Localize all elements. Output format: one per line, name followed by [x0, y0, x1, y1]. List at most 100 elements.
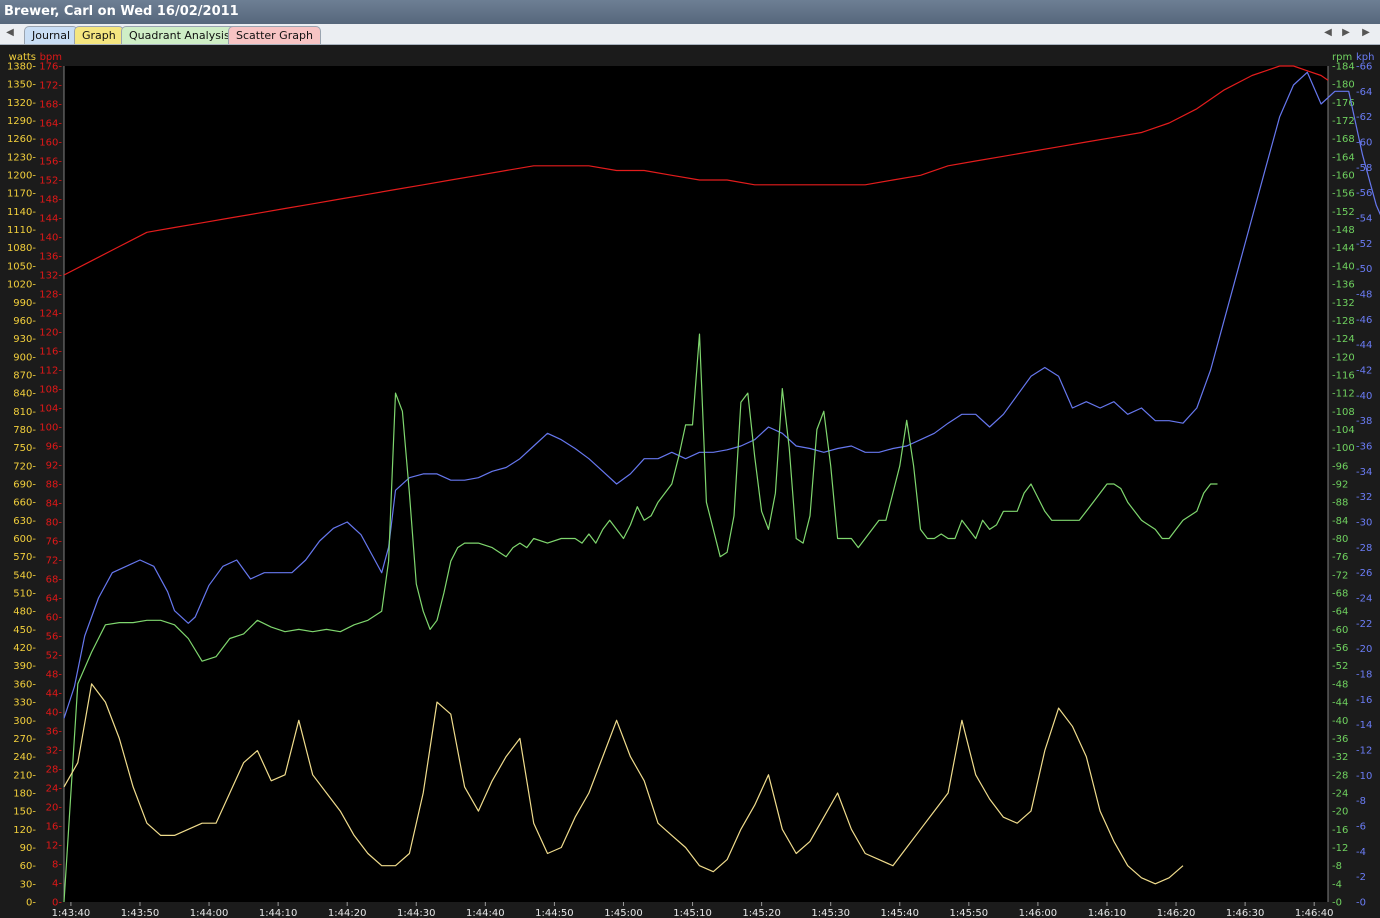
rpm-tick-label: -84: [1332, 516, 1348, 527]
watts-tick-label: 510-: [13, 589, 36, 600]
next-page-icon[interactable]: ▶: [1340, 27, 1352, 38]
watts-tick-label: 600-: [13, 534, 36, 545]
bpm-tick-label: 72-: [46, 556, 63, 567]
bpm-tick-label: 132-: [39, 271, 62, 282]
x-tick-label: 1:46:30: [1226, 908, 1265, 918]
watts-tick-label: 270-: [13, 734, 36, 745]
watts-tick-label: 690-: [13, 480, 36, 491]
rpm-tick-label: -144: [1332, 243, 1355, 254]
bpm-tick-label: 80-: [46, 518, 63, 529]
x-tick-label: 1:43:40: [52, 908, 91, 918]
bpm-tick-label: 144-: [39, 214, 62, 225]
rpm-tick-label: -104: [1332, 425, 1355, 436]
first-page-icon[interactable]: ◀: [4, 27, 16, 38]
watts-tick-label: 1050-: [7, 261, 36, 272]
bpm-tick-label: 160-: [39, 138, 62, 149]
watts-tick-label: 90-: [20, 843, 37, 854]
kph-tick-label: -30: [1356, 518, 1372, 529]
bpm-tick-label: 16-: [46, 822, 63, 833]
window-title-bar: Brewer, Carl on Wed 16/02/2011: [0, 0, 1380, 24]
x-tick-label: 1:44:10: [259, 908, 298, 918]
tab-scatter-graph[interactable]: Scatter Graph: [228, 26, 321, 44]
rpm-tick-label: -140: [1332, 261, 1355, 272]
kph-tick-label: -20: [1356, 644, 1372, 655]
rpm-tick-label: -96: [1332, 461, 1348, 472]
rpm-tick-label: -32: [1332, 752, 1348, 763]
kph-tick-label: -18: [1356, 670, 1372, 681]
rpm-tick-label: -40: [1332, 716, 1348, 727]
rpm-tick-label: -152: [1332, 207, 1355, 218]
rpm-tick-label: -28: [1332, 770, 1348, 781]
bpm-tick-label: 32-: [46, 746, 63, 757]
watts-tick-label: 1020-: [7, 280, 36, 291]
rpm-tick-label: -92: [1332, 480, 1348, 491]
watts-tick-label: 840-: [13, 389, 36, 400]
bpm-tick-label: 84-: [46, 499, 63, 510]
rpm-tick-label: -88: [1332, 498, 1348, 509]
kph-tick-label: -32: [1356, 492, 1372, 503]
tab-journal[interactable]: Journal: [24, 26, 79, 44]
rpm-tick-label: -76: [1332, 552, 1348, 563]
rpm-tick-label: -136: [1332, 280, 1355, 291]
kph-tick-label: -26: [1356, 568, 1372, 579]
bpm-tick-label: 48-: [46, 670, 63, 681]
rpm-tick-label: -48: [1332, 679, 1348, 690]
rpm-tick-label: -132: [1332, 298, 1355, 309]
tab-graph[interactable]: Graph: [74, 26, 124, 44]
watts-tick-label: 750-: [13, 443, 36, 454]
watts-tick-label: 240-: [13, 752, 36, 763]
rpm-tick-label: -36: [1332, 734, 1348, 745]
bpm-tick-label: 156-: [39, 157, 62, 168]
bpm-tick-label: 28-: [46, 765, 63, 776]
x-tick-label: 1:44:20: [328, 908, 367, 918]
watts-tick-label: 480-: [13, 607, 36, 618]
x-tick-label: 1:43:50: [121, 908, 160, 918]
kph-tick-label: -46: [1356, 315, 1372, 326]
x-tick-label: 1:45:10: [673, 908, 712, 918]
watts-tick-label: 960-: [13, 316, 36, 327]
watts-tick-label: 540-: [13, 570, 36, 581]
kph-tick-label: -36: [1356, 442, 1372, 453]
x-tick-label: 1:46:40: [1295, 908, 1334, 918]
last-page-icon[interactable]: ▶: [1360, 27, 1372, 38]
watts-tick-label: 780-: [13, 425, 36, 436]
watts-tick-label: 990-: [13, 298, 36, 309]
window-title: Brewer, Carl on Wed 16/02/2011: [4, 4, 239, 19]
rpm-tick-label: -172: [1332, 116, 1355, 127]
rpm-tick-label: -148: [1332, 225, 1355, 236]
rpm-tick-label: -108: [1332, 407, 1355, 418]
watts-tick-label: 720-: [13, 461, 36, 472]
watts-tick-label: 930-: [13, 334, 36, 345]
bpm-tick-label: 116-: [39, 347, 62, 358]
rpm-tick-label: -72: [1332, 570, 1348, 581]
watts-tick-label: 1230-: [7, 152, 36, 163]
watts-tick-label: 1140-: [7, 207, 36, 218]
rpm-tick-label: -20: [1332, 807, 1348, 818]
bpm-tick-label: 168-: [39, 100, 62, 111]
x-tick-label: 1:44:30: [397, 908, 436, 918]
kph-tick-label: -16: [1356, 695, 1372, 706]
prev-page-icon[interactable]: ◀: [1322, 27, 1334, 38]
watts-tick-label: 900-: [13, 352, 36, 363]
x-tick-label: 1:46:10: [1088, 908, 1127, 918]
bpm-tick-label: 4-: [52, 879, 62, 890]
kph-tick-label: -40: [1356, 391, 1372, 402]
rpm-tick-label: -80: [1332, 534, 1348, 545]
rpm-tick-label: -8: [1332, 861, 1342, 872]
kph-tick-label: -10: [1356, 771, 1372, 782]
watts-tick-label: 1320-: [7, 98, 36, 109]
kph-tick-label: -58: [1356, 163, 1372, 174]
rpm-tick-label: -68: [1332, 589, 1348, 600]
bpm-tick-label: 12-: [46, 841, 63, 852]
bpm-tick-label: 92-: [46, 461, 63, 472]
tab-quadrant-analysis[interactable]: Quadrant Analysis: [121, 26, 238, 44]
rpm-tick-label: -52: [1332, 661, 1348, 672]
bpm-tick-label: 136-: [39, 252, 62, 263]
bpm-tick-label: 124-: [39, 309, 62, 320]
rpm-tick-label: -168: [1332, 134, 1355, 145]
kph-tick-label: -50: [1356, 264, 1372, 275]
watts-tick-label: 1380-: [7, 62, 36, 73]
bpm-tick-label: 148-: [39, 195, 62, 206]
watts-tick-label: 360-: [13, 679, 36, 690]
bpm-tick-label: 40-: [46, 708, 63, 719]
